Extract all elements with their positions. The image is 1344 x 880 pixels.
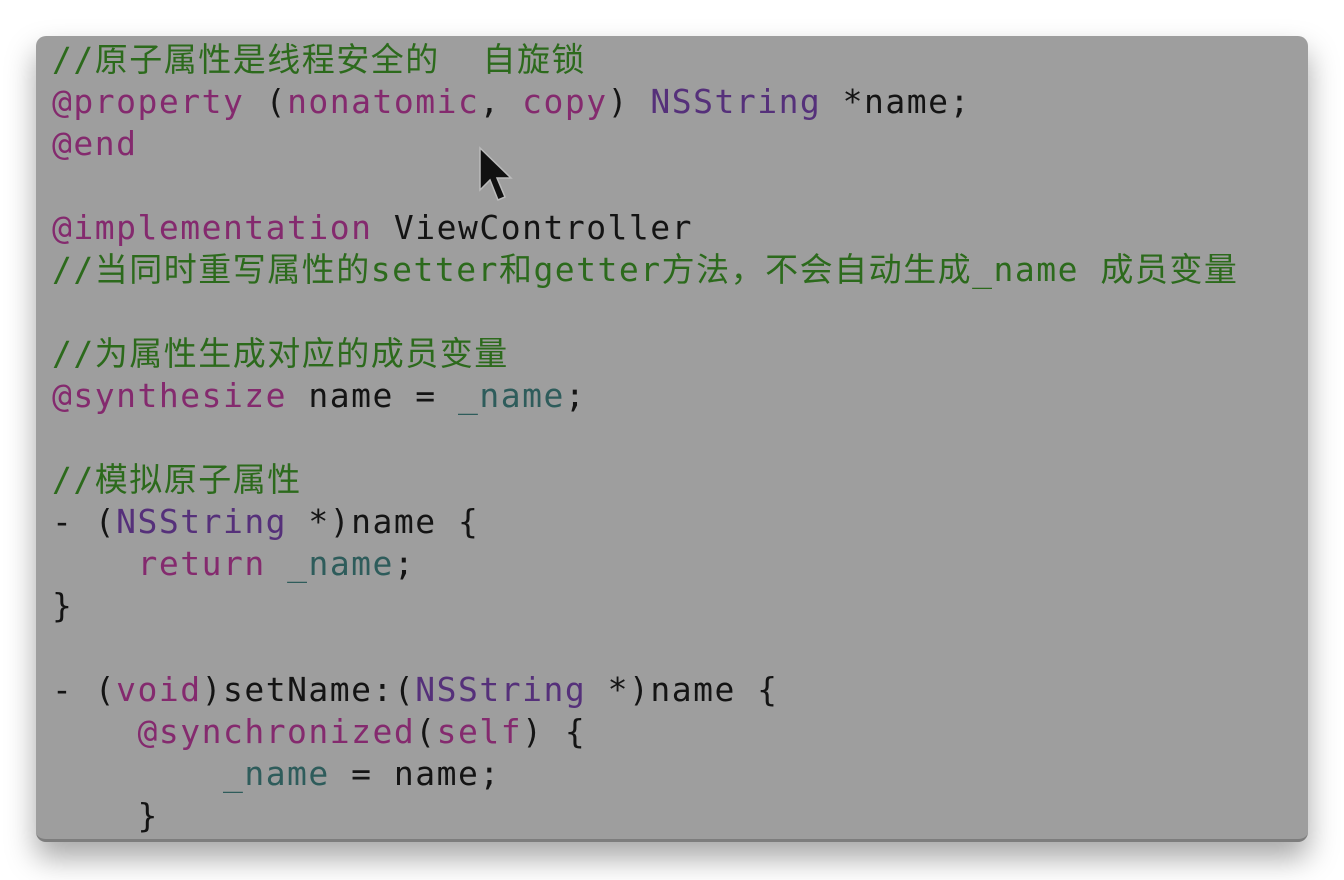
code-line[interactable]: }: [52, 585, 1238, 627]
code-token-plain: *name;: [821, 82, 971, 121]
code-token-type: NSString: [650, 82, 822, 121]
code-token-cm: //原子属性是线程安全的 自旋锁: [52, 40, 586, 79]
code-token-cm: //模拟原子属性: [52, 460, 302, 499]
code-line[interactable]: - (void)setName:(NSString *)name {: [52, 669, 1238, 711]
code-line[interactable]: [52, 417, 1238, 459]
code-token-kw: @implementation: [52, 208, 373, 247]
code-line[interactable]: @synchronized(self) {: [52, 711, 1238, 753]
code-line[interactable]: return _name;: [52, 543, 1238, 585]
code-line[interactable]: @end: [52, 123, 1238, 165]
code-line[interactable]: [52, 165, 1238, 207]
code-token-plain: *)name {: [586, 670, 779, 709]
code-line[interactable]: @synthesize name = _name;: [52, 375, 1238, 417]
code-token-kw: @end: [52, 124, 138, 163]
code-token-plain: ;: [564, 376, 587, 415]
code-token-plain: (: [415, 712, 437, 751]
code-token-kw: void: [116, 670, 202, 709]
mouse-pointer-icon: [479, 146, 513, 201]
code-token-ivar: _name: [287, 544, 394, 583]
code-token-plain: ;: [393, 544, 416, 583]
code-token-plain: }: [52, 796, 159, 835]
code-token-kw: copy: [522, 82, 608, 121]
code-line[interactable]: //原子属性是线程安全的 自旋锁: [52, 39, 1238, 81]
code-token-plain: *)name {: [287, 502, 480, 541]
code-editor-window: //原子属性是线程安全的 自旋锁 @property (nonatomic, co…: [36, 36, 1308, 842]
code-token-plain: ViewController: [372, 208, 694, 247]
code-line[interactable]: _name = name;: [52, 753, 1238, 795]
code-token-kw: @property: [52, 82, 245, 121]
code-token-kw: nonatomic: [287, 82, 480, 121]
code-token-plain: )setName:(: [201, 670, 416, 709]
code-line[interactable]: @property (nonatomic, copy) NSString *na…: [52, 81, 1238, 123]
code-line[interactable]: //模拟原子属性: [52, 459, 1238, 501]
code-token-type: NSString: [116, 502, 288, 541]
code-line[interactable]: - (NSString *)name {: [52, 501, 1238, 543]
code-line[interactable]: //为属性生成对应的成员变量: [52, 333, 1238, 375]
code-line[interactable]: [52, 291, 1238, 333]
code-token-kw: @synchronized: [137, 712, 416, 751]
code-token-plain: name =: [287, 376, 458, 415]
code-token-plain: = name;: [329, 754, 501, 793]
code-token-ivar: _name: [222, 754, 330, 793]
code-token-kw: return: [137, 544, 266, 583]
code-token-plain: ) {: [522, 712, 587, 751]
code-token-kw: self: [436, 712, 523, 751]
code-line[interactable]: [52, 627, 1238, 669]
code-line[interactable]: }: [52, 795, 1238, 837]
code-token-kw: @synthesize: [52, 376, 288, 415]
code-token-type: NSString: [415, 670, 587, 709]
code-token-ivar: _name: [458, 376, 565, 415]
code-line[interactable]: @implementation ViewController: [52, 207, 1238, 249]
code-token-plain: - (: [52, 670, 117, 709]
code-line[interactable]: //当同时重写属性的setter和getter方法，不会自动生成_name 成员…: [52, 249, 1238, 291]
code-token-plain: ,: [479, 82, 523, 121]
code-token-plain: - (: [52, 502, 117, 541]
code-token-plain: (: [244, 82, 288, 121]
code-token-plain: }: [52, 586, 74, 625]
code-editor[interactable]: //原子属性是线程安全的 自旋锁 @property (nonatomic, co…: [52, 39, 1238, 837]
code-token-cm: //当同时重写属性的setter和getter方法，不会自动生成_name 成员…: [52, 250, 1239, 289]
code-token-cm: //为属性生成对应的成员变量: [52, 334, 509, 373]
code-token-plain: ): [607, 82, 651, 121]
